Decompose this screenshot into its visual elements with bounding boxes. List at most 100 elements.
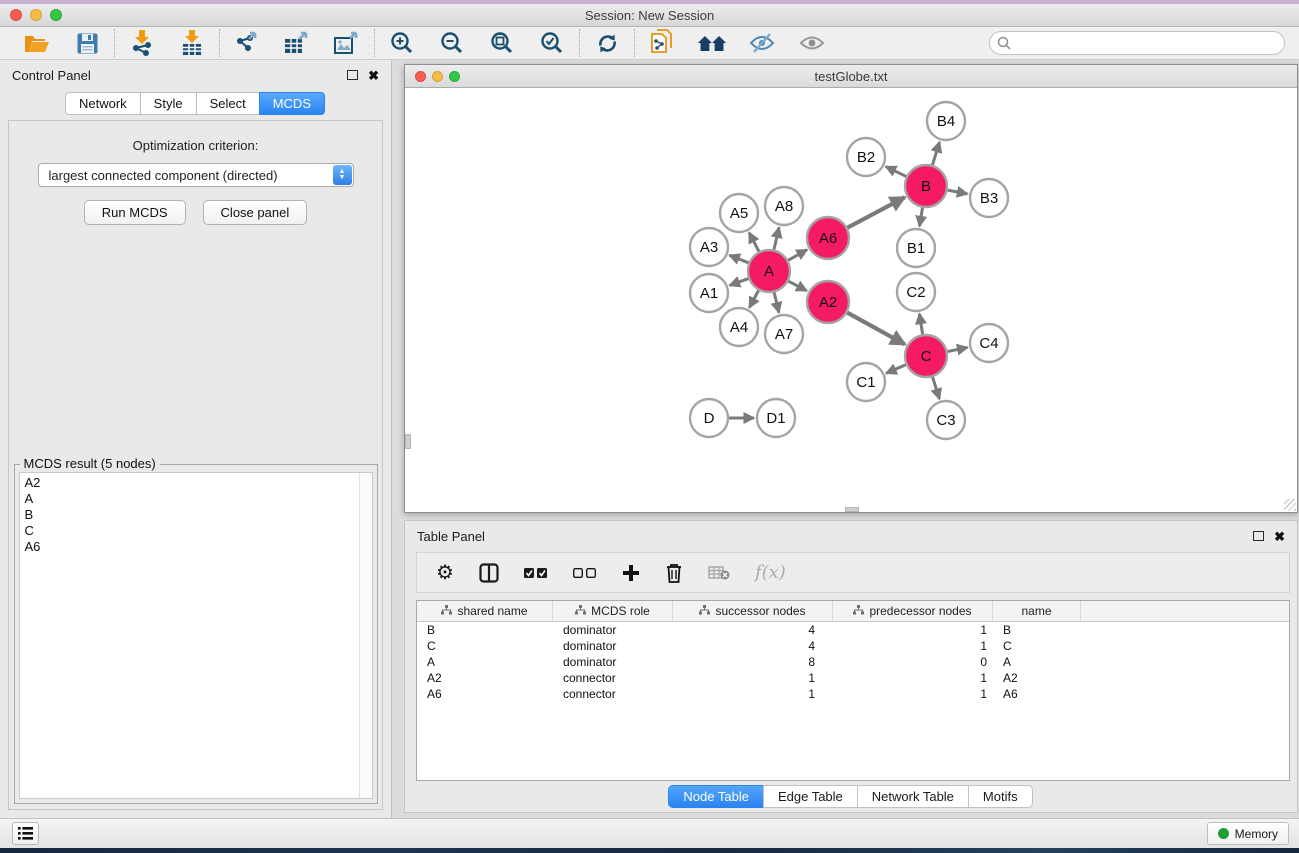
tab-network[interactable]: Network <box>65 92 141 115</box>
graph-node-A8[interactable]: A8 <box>765 187 803 225</box>
column-header[interactable]: predecessor nodes <box>833 601 993 621</box>
graph-edge-C-C4[interactable] <box>948 347 968 351</box>
table-cell[interactable]: A2 <box>417 671 553 685</box>
close-panel-button[interactable]: Close panel <box>203 200 308 225</box>
table-cell[interactable]: C <box>417 639 553 653</box>
deselect-all-icon[interactable] <box>573 567 597 579</box>
graph-edge-B-B3[interactable] <box>948 190 968 194</box>
float-panel-icon[interactable] <box>347 70 358 80</box>
graph-node-C[interactable]: C <box>905 335 947 377</box>
memory-button[interactable]: Memory <box>1207 822 1289 845</box>
graph-node-B4[interactable]: B4 <box>927 102 965 140</box>
table-cell[interactable]: 1 <box>833 687 993 701</box>
graph-edge-A-A5[interactable] <box>749 233 759 252</box>
table-cell[interactable]: 1 <box>673 687 833 701</box>
table-cell[interactable]: 4 <box>673 639 833 653</box>
graph-node-B2[interactable]: B2 <box>847 138 885 176</box>
graph-node-A6[interactable]: A6 <box>807 217 849 259</box>
zoom-window-button[interactable] <box>50 9 62 21</box>
close-table-panel-icon[interactable]: ✖ <box>1274 530 1285 543</box>
graph-node-D[interactable]: D <box>690 399 728 437</box>
graph-edge-A-A8[interactable] <box>774 227 779 249</box>
tab-motifs[interactable]: Motifs <box>968 785 1033 808</box>
graph-node-A1[interactable]: A1 <box>690 274 728 312</box>
delete-column-icon[interactable] <box>665 563 683 583</box>
table-row[interactable]: A6connector11A6 <box>417 686 1289 702</box>
table-cell[interactable]: 8 <box>673 655 833 669</box>
tab-node-table[interactable]: Node Table <box>668 785 764 808</box>
graph-edge-C-C3[interactable] <box>933 377 940 399</box>
graph-node-A3[interactable]: A3 <box>690 228 728 266</box>
graph-edge-B-B2[interactable] <box>886 167 906 177</box>
task-history-button[interactable] <box>12 822 39 845</box>
export-network-icon[interactable] <box>232 30 262 56</box>
table-cell[interactable]: A <box>417 655 553 669</box>
table-cell[interactable]: dominator <box>553 655 673 669</box>
window-resize-grip[interactable] <box>1284 499 1296 511</box>
export-table-icon[interactable] <box>282 30 312 56</box>
split-table-icon[interactable] <box>479 563 499 583</box>
network-zoom-button[interactable] <box>449 71 460 82</box>
graph-edge-A-A1[interactable] <box>730 279 749 286</box>
graph-edge-C-C1[interactable] <box>886 365 906 374</box>
table-cell[interactable]: A <box>993 655 1081 669</box>
table-row[interactable]: Bdominator41B <box>417 622 1289 638</box>
graph-edge-C-C2[interactable] <box>919 314 922 335</box>
network-canvas[interactable]: B4B2BB3B1A6A5A8A3AA1A4A7A2C2CC4C1C3DD1 <box>405 89 1297 512</box>
hide-selected-icon[interactable] <box>747 30 777 56</box>
select-all-icon[interactable] <box>524 567 548 579</box>
graph-node-A4[interactable]: A4 <box>720 308 758 346</box>
network-close-button[interactable] <box>415 71 426 82</box>
result-list-item[interactable]: B <box>25 507 372 523</box>
minimize-window-button[interactable] <box>30 9 42 21</box>
table-cell[interactable]: 4 <box>673 623 833 637</box>
graph-edge-A-A2[interactable] <box>788 281 806 291</box>
table-cell[interactable]: connector <box>553 671 673 685</box>
graph-edge-A-A3[interactable] <box>729 255 748 263</box>
table-cell[interactable]: 1 <box>833 671 993 685</box>
graph-node-C4[interactable]: C4 <box>970 324 1008 362</box>
graph-edge-A2-C[interactable] <box>847 313 905 345</box>
mcds-result-list[interactable]: A2ABCA6 <box>19 472 373 799</box>
result-list-item[interactable]: C <box>25 523 372 539</box>
table-cell[interactable]: A6 <box>993 687 1081 701</box>
column-header[interactable]: name <box>993 601 1081 621</box>
close-window-button[interactable] <box>10 9 22 21</box>
graph-node-B[interactable]: B <box>905 165 947 207</box>
delete-table-icon[interactable] <box>708 565 730 580</box>
optimization-criterion-select[interactable]: largest connected component (directed) ▲… <box>38 163 354 187</box>
table-cell[interactable]: 1 <box>833 623 993 637</box>
table-cell[interactable]: dominator <box>553 623 673 637</box>
graph-node-A[interactable]: A <box>748 250 790 292</box>
graph-node-A2[interactable]: A2 <box>807 281 849 323</box>
run-mcds-button[interactable]: Run MCDS <box>84 200 186 225</box>
search-input[interactable] <box>989 31 1285 55</box>
network-vertical-scroll-thumb[interactable] <box>405 434 411 449</box>
tab-select[interactable]: Select <box>196 92 260 115</box>
export-image-icon[interactable] <box>332 30 362 56</box>
graph-node-B3[interactable]: B3 <box>970 179 1008 217</box>
save-session-icon[interactable] <box>72 30 102 56</box>
table-cell[interactable]: A6 <box>417 687 553 701</box>
table-cell[interactable]: C <box>993 639 1081 653</box>
graph-edge-B-B4[interactable] <box>932 142 939 165</box>
open-session-icon[interactable] <box>22 30 52 56</box>
table-cell[interactable]: connector <box>553 687 673 701</box>
network-horizontal-scroll-thumb[interactable] <box>845 507 859 512</box>
result-list-scrollbar[interactable] <box>359 473 372 798</box>
add-column-icon[interactable] <box>622 564 640 582</box>
table-row[interactable]: Adominator80A <box>417 654 1289 670</box>
graph-node-B1[interactable]: B1 <box>897 229 935 267</box>
table-cell[interactable]: 1 <box>673 671 833 685</box>
result-list-item[interactable]: A2 <box>25 475 372 491</box>
tab-edge-table[interactable]: Edge Table <box>763 785 858 808</box>
graph-node-A7[interactable]: A7 <box>765 315 803 353</box>
float-table-panel-icon[interactable] <box>1253 531 1264 541</box>
column-header[interactable]: MCDS role <box>553 601 673 621</box>
result-list-item[interactable]: A6 <box>25 539 372 555</box>
table-cell[interactable]: 0 <box>833 655 993 669</box>
zoom-out-icon[interactable] <box>437 30 467 56</box>
refresh-icon[interactable] <box>592 30 622 56</box>
table-settings-icon[interactable]: ⚙ <box>436 563 454 583</box>
graph-node-C1[interactable]: C1 <box>847 363 885 401</box>
